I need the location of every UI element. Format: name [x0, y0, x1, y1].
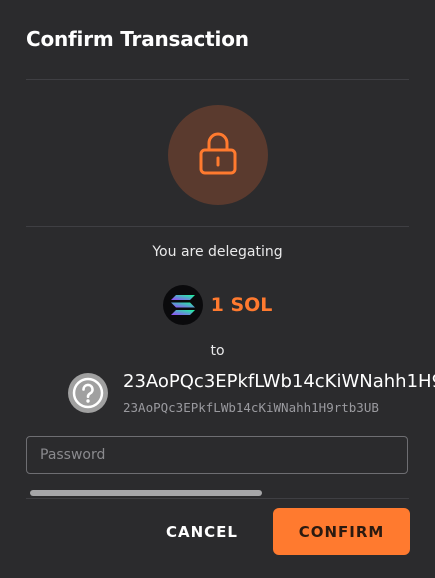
divider — [26, 498, 409, 499]
cancel-button[interactable]: CANCEL — [156, 508, 248, 555]
to-label: to — [210, 343, 225, 359]
divider — [26, 79, 409, 80]
amount-row: 1 SOL — [0, 285, 435, 325]
question-circle-icon — [68, 373, 108, 413]
horizontal-scrollbar[interactable] — [26, 488, 410, 498]
delegating-label: You are delegating — [152, 244, 283, 260]
solana-icon — [162, 285, 203, 325]
lock-icon — [198, 130, 238, 180]
scrollbar-thumb[interactable] — [30, 490, 262, 496]
confirm-transaction-dialog: Confirm Transaction You are delegating 1… — [0, 0, 435, 578]
password-input[interactable] — [26, 436, 408, 474]
delegation-amount: 1 SOL — [210, 294, 273, 316]
dialog-title: Confirm Transaction — [26, 27, 249, 51]
validator-address: 23AoPQc3EPkfLWb14cKiWNahh1H9rtb3UB — [123, 400, 379, 415]
confirm-button[interactable]: CONFIRM — [273, 508, 410, 555]
validator-name: 23AoPQc3EPkfLWb14cKiWNahh1H9rtb3UB — [123, 371, 435, 392]
lock-badge — [168, 105, 268, 205]
divider — [26, 226, 409, 227]
